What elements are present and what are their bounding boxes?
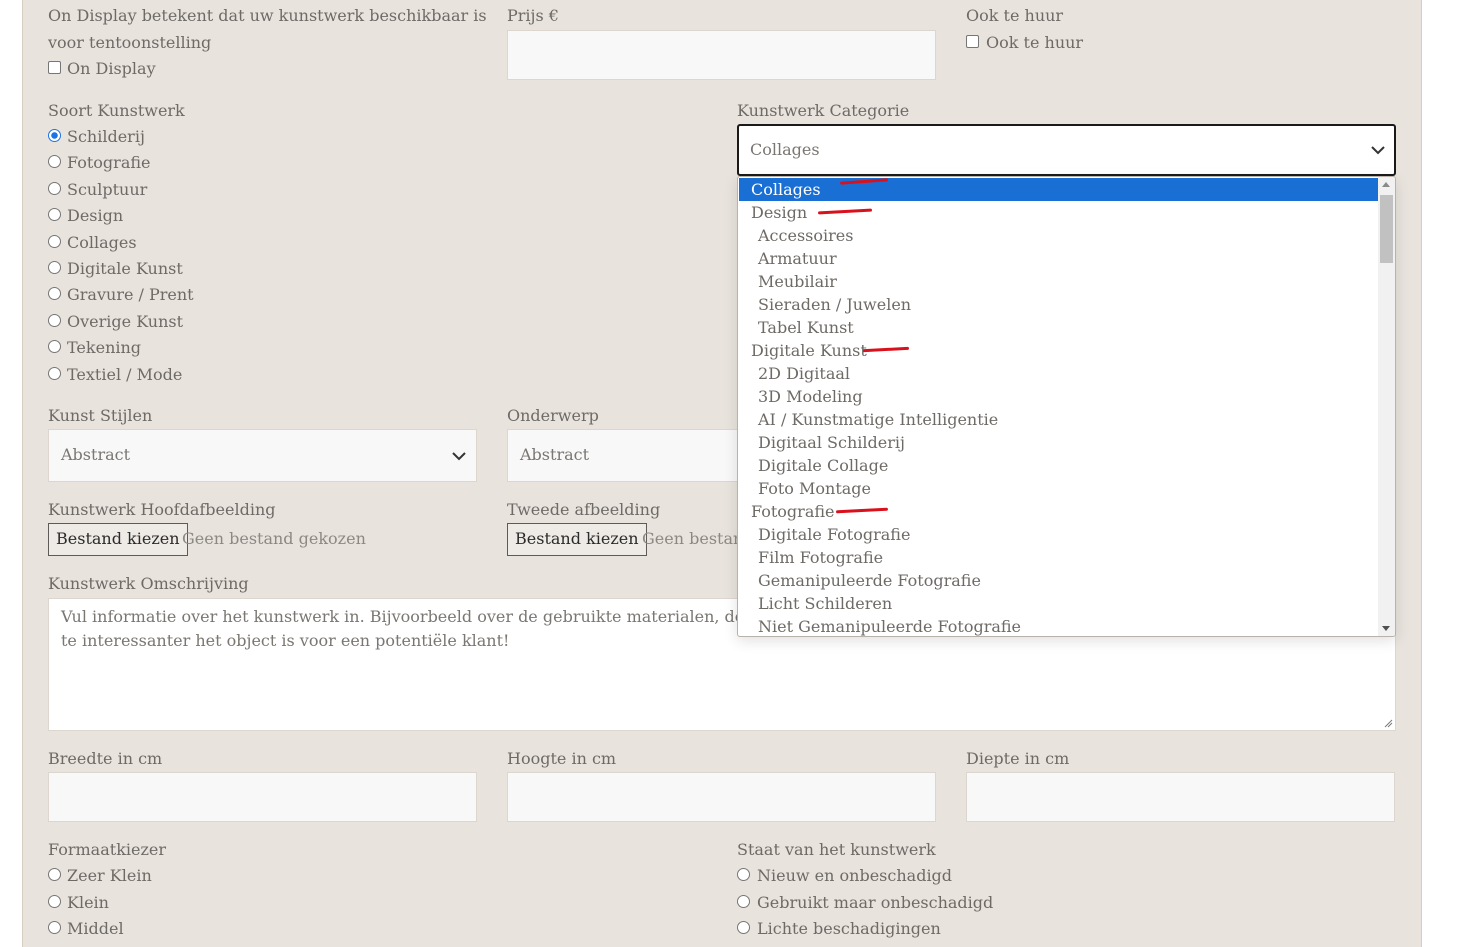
radio-label-design: Design	[67, 206, 124, 225]
radio-lichte-beschadigingen[interactable]	[737, 921, 750, 934]
radio-label-middel: Middel	[67, 919, 124, 938]
dropdown-option[interactable]: Armatuur	[739, 247, 1378, 270]
category-select-value: Collages	[750, 140, 820, 159]
radio-zeer-klein[interactable]	[48, 868, 61, 881]
dropdown-option[interactable]: AI / Kunstmatige Intelligentie	[739, 408, 1378, 431]
width-label: Breedte in cm	[48, 749, 163, 768]
dropdown-option[interactable]: Meubilair	[739, 270, 1378, 293]
description-placeholder-2: te interessanter het object is voor een …	[61, 631, 510, 650]
format-label: Formaatkiezer	[48, 840, 167, 859]
condition-label: Staat van het kunstwerk	[737, 840, 936, 859]
on-display-help-text: On Display betekent dat uw kunstwerk bes…	[48, 6, 487, 25]
category-dropdown-list[interactable]: Collages Design Accessoires Armatuur Meu…	[737, 176, 1396, 637]
dropdown-option[interactable]: Film Fotografie	[739, 546, 1378, 569]
radio-label-schilderij: Schilderij	[67, 127, 145, 146]
chevron-down-icon	[452, 452, 466, 461]
radio-label-overige-kunst: Overige Kunst	[67, 312, 184, 331]
on-display-label: On Display	[67, 59, 156, 78]
radio-sculptuur[interactable]	[48, 182, 61, 195]
second-image-choose-button[interactable]: Bestand kiezen	[507, 523, 647, 556]
styles-label: Kunst Stijlen	[48, 406, 153, 425]
dropdown-option[interactable]: Gemanipuleerde Fotografie	[739, 569, 1378, 592]
radio-fotografie[interactable]	[48, 155, 61, 168]
scrollbar-thumb[interactable]	[1380, 195, 1393, 263]
subject-select-value: Abstract	[520, 445, 590, 464]
radio-nieuw[interactable]	[737, 868, 750, 881]
radio-textiel-mode[interactable]	[48, 367, 61, 380]
dropdown-option[interactable]: Licht Schilderen	[739, 592, 1378, 615]
radio-tekening[interactable]	[48, 340, 61, 353]
resize-handle-icon[interactable]	[1384, 719, 1393, 728]
radio-design[interactable]	[48, 208, 61, 221]
second-image-label: Tweede afbeelding	[507, 500, 661, 519]
radio-label-zeer-klein: Zeer Klein	[67, 866, 152, 885]
radio-gravure-prent[interactable]	[48, 287, 61, 300]
radio-label-klein: Klein	[67, 893, 109, 912]
rent-label: Ook te huur	[966, 6, 1064, 25]
rent-checkbox-label: Ook te huur	[986, 33, 1084, 52]
radio-label-collages: Collages	[67, 233, 137, 252]
main-image-label: Kunstwerk Hoofdafbeelding	[48, 500, 276, 519]
depth-label: Diepte in cm	[966, 749, 1070, 768]
radio-label-digitale-kunst: Digitale Kunst	[67, 259, 183, 278]
main-image-choose-button[interactable]: Bestand kiezen	[48, 523, 188, 556]
description-label: Kunstwerk Omschrijving	[48, 574, 249, 593]
depth-input[interactable]	[966, 772, 1395, 822]
price-label: Prijs €	[507, 6, 559, 25]
width-input[interactable]	[48, 772, 477, 822]
price-input[interactable]	[507, 30, 936, 80]
dropdown-option[interactable]: Digitaal Schilderij	[739, 431, 1378, 454]
chevron-down-icon	[1371, 146, 1385, 155]
radio-label-gravure-prent: Gravure / Prent	[67, 285, 194, 304]
dropdown-option[interactable]: Collages	[739, 178, 1378, 201]
radio-overige-kunst[interactable]	[48, 314, 61, 327]
dropdown-option[interactable]: Tabel Kunst	[739, 316, 1378, 339]
radio-label-nieuw: Nieuw en onbeschadigd	[757, 866, 953, 885]
dropdown-option[interactable]: Niet Gemanipuleerde Fotografie	[739, 615, 1378, 636]
radio-schilderij[interactable]	[48, 129, 61, 142]
radio-label-textiel-mode: Textiel / Mode	[67, 365, 183, 384]
dropdown-option[interactable]: 3D Modeling	[739, 385, 1378, 408]
main-image-status: Geen bestand gekozen	[182, 529, 366, 548]
dropdown-option[interactable]: Sieraden / Juwelen	[739, 293, 1378, 316]
scroll-up-arrow-icon[interactable]	[1382, 182, 1390, 187]
height-input[interactable]	[507, 772, 936, 822]
radio-digitale-kunst[interactable]	[48, 261, 61, 274]
styles-select[interactable]: Abstract	[48, 429, 477, 482]
on-display-checkbox[interactable]	[48, 61, 61, 74]
radio-label-sculptuur: Sculptuur	[67, 180, 148, 199]
dropdown-option[interactable]: Digitale Collage	[739, 454, 1378, 477]
radio-middel[interactable]	[48, 921, 61, 934]
dropdown-option[interactable]: Accessoires	[739, 224, 1378, 247]
radio-collages[interactable]	[48, 235, 61, 248]
dropdown-option[interactable]: Fotografie	[739, 500, 1378, 523]
styles-select-value: Abstract	[61, 445, 131, 464]
dropdown-scrollbar[interactable]	[1378, 177, 1395, 636]
dropdown-option[interactable]: 2D Digitaal	[739, 362, 1378, 385]
category-select[interactable]: Collages	[737, 124, 1396, 176]
radio-label-gebruikt: Gebruikt maar onbeschadigd	[757, 893, 994, 912]
radio-label-lichte-beschadigingen: Lichte beschadigingen	[757, 919, 941, 938]
radio-gebruikt[interactable]	[737, 895, 750, 908]
description-placeholder-1: Vul informatie over het kunstwerk in. Bi…	[61, 607, 782, 626]
on-display-help-text-2: voor tentoonstelling	[48, 33, 212, 52]
dropdown-option[interactable]: Digitale Fotografie	[739, 523, 1378, 546]
radio-label-fotografie: Fotografie	[67, 153, 151, 172]
radio-label-tekening: Tekening	[67, 338, 142, 357]
subject-label: Onderwerp	[507, 406, 599, 425]
height-label: Hoogte in cm	[507, 749, 617, 768]
category-label: Kunstwerk Categorie	[737, 101, 910, 120]
dropdown-option[interactable]: Digitale Kunst	[739, 339, 1378, 362]
radio-klein[interactable]	[48, 895, 61, 908]
subject-select[interactable]: Abstract	[507, 429, 767, 482]
scroll-down-arrow-icon[interactable]	[1382, 626, 1390, 631]
artwork-type-label: Soort Kunstwerk	[48, 101, 185, 120]
dropdown-option[interactable]: Foto Montage	[739, 477, 1378, 500]
rent-checkbox[interactable]	[966, 35, 979, 48]
